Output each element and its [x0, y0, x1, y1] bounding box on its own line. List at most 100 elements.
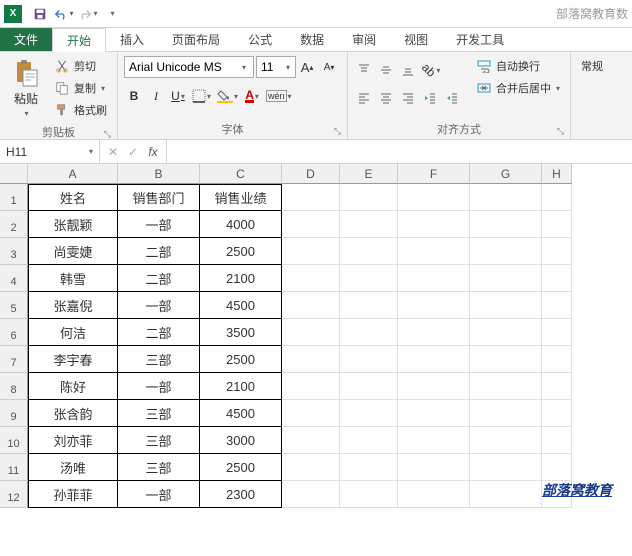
cell[interactable]: 张靓颖 — [28, 211, 118, 238]
column-header[interactable]: E — [340, 164, 398, 184]
chevron-down-icon[interactable]: ▾ — [286, 63, 290, 72]
border-button[interactable]: ▾ — [190, 86, 213, 106]
row-header[interactable]: 8 — [0, 373, 28, 400]
cell[interactable] — [282, 319, 340, 346]
cell[interactable] — [470, 265, 542, 292]
paste-button[interactable]: 粘贴 ▾ — [6, 56, 46, 122]
dialog-launcher-icon[interactable]: ⤡ — [334, 126, 341, 137]
cell[interactable] — [542, 292, 572, 319]
cell[interactable]: 张嘉倪 — [28, 292, 118, 319]
cell[interactable] — [542, 346, 572, 373]
cell[interactable]: 三部 — [118, 400, 200, 427]
cell[interactable]: 3000 — [200, 427, 282, 454]
cell[interactable] — [398, 184, 470, 211]
cell[interactable] — [340, 427, 398, 454]
cell[interactable] — [542, 373, 572, 400]
cell[interactable] — [470, 481, 542, 508]
align-left-button[interactable] — [354, 88, 374, 108]
decrease-indent-button[interactable] — [420, 88, 440, 108]
column-header[interactable]: H — [542, 164, 572, 184]
column-header[interactable]: C — [200, 164, 282, 184]
cell[interactable]: 何洁 — [28, 319, 118, 346]
format-painter-button[interactable]: 格式刷 — [50, 100, 111, 120]
column-header[interactable]: D — [282, 164, 340, 184]
cell[interactable] — [542, 400, 572, 427]
cell[interactable] — [470, 184, 542, 211]
row-header[interactable]: 2 — [0, 211, 28, 238]
row-header[interactable]: 12 — [0, 481, 28, 508]
increase-indent-button[interactable] — [442, 88, 462, 108]
cell[interactable]: 4500 — [200, 292, 282, 319]
cell[interactable] — [282, 211, 340, 238]
cell[interactable] — [470, 373, 542, 400]
cell[interactable]: 销售业绩 — [200, 184, 282, 211]
cell[interactable]: 姓名 — [28, 184, 118, 211]
cell[interactable] — [340, 373, 398, 400]
cell[interactable] — [398, 427, 470, 454]
cell[interactable] — [398, 319, 470, 346]
spreadsheet[interactable]: A B C D E F G H 1姓名销售部门销售业绩2张靓颖一部40003尚雯… — [0, 164, 632, 508]
cell[interactable] — [282, 373, 340, 400]
undo-button[interactable]: ▾ — [53, 3, 75, 25]
chevron-down-icon[interactable]: ▾ — [242, 63, 246, 72]
insert-function-button[interactable]: fx — [144, 143, 162, 161]
cut-button[interactable]: 剪切 — [50, 56, 111, 76]
tab-layout[interactable]: 页面布局 — [158, 28, 234, 51]
cancel-formula-button[interactable]: ✕ — [104, 143, 122, 161]
underline-button[interactable]: U▾ — [168, 86, 188, 106]
cell[interactable] — [470, 400, 542, 427]
align-top-button[interactable] — [354, 60, 374, 80]
cell[interactable] — [398, 400, 470, 427]
grow-font-button[interactable]: A▴ — [298, 58, 316, 76]
cell[interactable] — [282, 427, 340, 454]
cell[interactable] — [340, 454, 398, 481]
phonetic-button[interactable]: wén ▾ — [264, 86, 294, 106]
cell[interactable]: 销售部门 — [118, 184, 200, 211]
align-center-button[interactable] — [376, 88, 396, 108]
cell[interactable] — [470, 427, 542, 454]
cell[interactable]: 2300 — [200, 481, 282, 508]
cell[interactable]: 三部 — [118, 346, 200, 373]
cell[interactable]: 2500 — [200, 238, 282, 265]
cell[interactable] — [542, 265, 572, 292]
select-all-corner[interactable] — [0, 164, 28, 184]
align-middle-button[interactable] — [376, 60, 396, 80]
row-header[interactable]: 6 — [0, 319, 28, 346]
cell[interactable] — [340, 238, 398, 265]
cell[interactable] — [542, 238, 572, 265]
tab-developer[interactable]: 开发工具 — [442, 28, 518, 51]
cell[interactable]: 孙菲菲 — [28, 481, 118, 508]
column-header[interactable]: B — [118, 164, 200, 184]
tab-view[interactable]: 视图 — [390, 28, 442, 51]
row-header[interactable]: 10 — [0, 427, 28, 454]
cell[interactable] — [398, 346, 470, 373]
name-box[interactable]: H11 ▾ — [0, 140, 100, 163]
cell[interactable]: 刘亦菲 — [28, 427, 118, 454]
cell[interactable] — [282, 346, 340, 373]
font-color-button[interactable]: A ▾ — [242, 86, 262, 106]
cell[interactable] — [282, 454, 340, 481]
redo-button[interactable]: ▾ — [77, 3, 99, 25]
column-header[interactable]: A — [28, 164, 118, 184]
cell[interactable] — [340, 481, 398, 508]
cell[interactable]: 韩雪 — [28, 265, 118, 292]
cell[interactable] — [542, 211, 572, 238]
column-header[interactable]: G — [470, 164, 542, 184]
shrink-font-button[interactable]: A▾ — [320, 58, 338, 76]
cell[interactable] — [282, 481, 340, 508]
cell[interactable] — [340, 292, 398, 319]
cell[interactable]: 3500 — [200, 319, 282, 346]
cell[interactable]: 4000 — [200, 211, 282, 238]
cell[interactable] — [398, 373, 470, 400]
formula-input[interactable] — [167, 140, 632, 163]
cell[interactable] — [340, 400, 398, 427]
cell[interactable]: 2500 — [200, 454, 282, 481]
tab-review[interactable]: 审阅 — [338, 28, 390, 51]
cell[interactable] — [470, 346, 542, 373]
tab-data[interactable]: 数据 — [286, 28, 338, 51]
dialog-launcher-icon[interactable]: ⤡ — [104, 129, 111, 140]
row-header[interactable]: 9 — [0, 400, 28, 427]
orientation-button[interactable]: ab▾ — [420, 60, 442, 80]
cell[interactable]: 二部 — [118, 238, 200, 265]
font-name-select[interactable] — [124, 56, 254, 78]
